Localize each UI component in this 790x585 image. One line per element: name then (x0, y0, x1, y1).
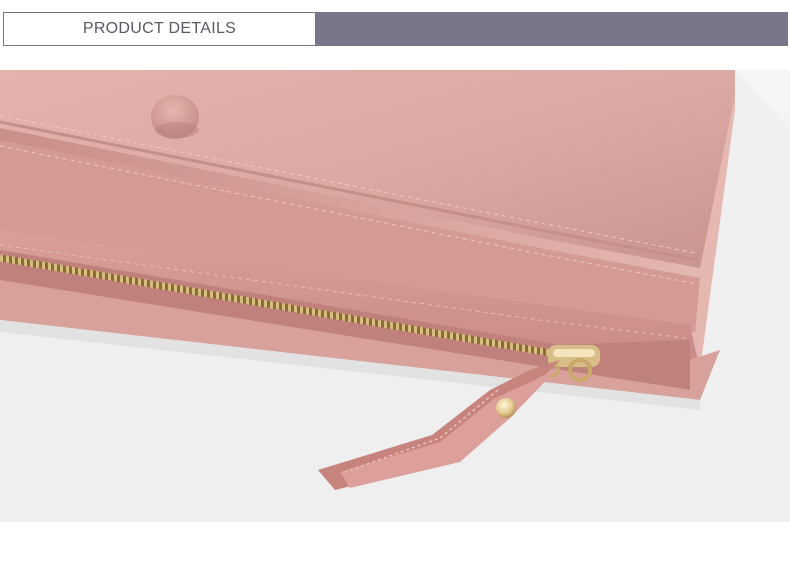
section-title: PRODUCT DETAILS (82, 20, 237, 37)
section-title-box: PRODUCT DETAILS (3, 12, 316, 46)
product-photo (0, 70, 790, 522)
header-accent-bar (316, 12, 788, 46)
section-header: PRODUCT DETAILS (3, 12, 788, 46)
wallet-closeup-image (0, 70, 790, 522)
